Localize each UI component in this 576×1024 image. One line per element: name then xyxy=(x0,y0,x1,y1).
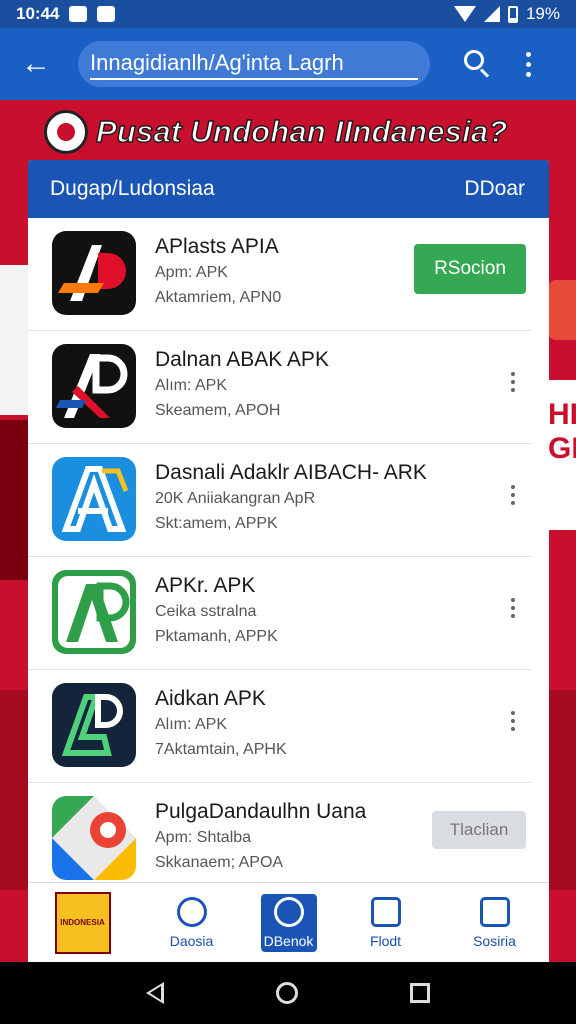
app-subtitle: Alım: APK xyxy=(155,716,228,733)
list-item[interactable]: Dasnali Adaklr AIBACH- ARK 20K Aniiakang… xyxy=(28,444,531,557)
nav-label: Flodt xyxy=(369,932,402,949)
card-header: Dugap/Ludonsiaa DDoar xyxy=(28,160,549,218)
app-name: Dalnan ABAK APK xyxy=(155,348,329,371)
rose-logo-icon xyxy=(44,110,88,154)
list-item[interactable]: Dalnan ABAK APK Alım: APK Skeamem, APOH xyxy=(28,331,531,444)
notification-icon xyxy=(69,6,88,22)
nav-label: DBenok xyxy=(263,932,314,949)
app-icon-red xyxy=(52,231,136,315)
card-header-action[interactable]: DDoar xyxy=(464,177,525,201)
app-name: PulgaDandaulhn Uana xyxy=(155,800,367,823)
app-meta: 7Aktamtain, APHK xyxy=(155,741,287,758)
app-list-card: Dugap/Ludonsiaa DDoar APlasts APIA Apm: … xyxy=(28,160,549,960)
status-bar: 10:44 19% xyxy=(0,0,576,28)
side-banner-text: HI GE xyxy=(548,398,576,465)
nav-item-dbenok[interactable]: DBenok xyxy=(260,893,317,952)
side-banner: HI GE xyxy=(548,380,576,530)
app-subtitle: Apm: Shtalba xyxy=(155,829,252,846)
app-icon-white xyxy=(52,344,136,428)
thumbnail-text: INDONESIA xyxy=(60,918,105,927)
search-button[interactable] xyxy=(458,44,498,84)
app-icon-green xyxy=(52,570,136,654)
app-subtitle: 20K Aniiakangran ApR xyxy=(155,490,316,507)
signal-icon xyxy=(483,6,500,22)
nav-item-home-thumbnail[interactable]: INDONESIA xyxy=(43,889,123,957)
app-meta: Skt:amem, APPK xyxy=(155,515,278,532)
back-button[interactable]: ← xyxy=(14,42,58,86)
app-icon-blue xyxy=(52,457,136,541)
nav-item-daosia[interactable]: Daosia xyxy=(152,889,232,957)
nav-item-flodt[interactable]: Flodt xyxy=(346,889,426,957)
status-time: 10:44 xyxy=(16,4,60,23)
app-name: APlasts APIA xyxy=(155,235,279,258)
app-list: APlasts APIA Apm: APK Aktamriem, APN0 RS… xyxy=(28,218,549,896)
system-recents-icon[interactable] xyxy=(410,983,430,1003)
list-item[interactable]: Aidkan APK Alım: APK 7Aktamtain, APHK xyxy=(28,670,531,783)
banner-title-text: Pusat Undohan IIndanesia? xyxy=(95,113,508,149)
app-icon-navy xyxy=(52,683,136,767)
bell-icon xyxy=(273,896,304,927)
app-bar: ← xyxy=(0,28,576,100)
system-back-icon[interactable] xyxy=(146,982,164,1004)
list-item[interactable]: PulgaDandaulhn Uana Apm: Shtalba Skkanae… xyxy=(28,783,531,896)
search-person-icon xyxy=(176,896,207,927)
overflow-menu-button[interactable] xyxy=(506,593,520,623)
app-meta: Skkanaem; APOA xyxy=(155,854,284,871)
bottom-navigation: INDONESIA Daosia DBenok Flodt Sosiria xyxy=(28,882,549,962)
banner-title: Pusat Undohan IIndanesia? xyxy=(44,108,508,156)
system-navigation-bar xyxy=(0,962,576,1024)
maps-icon xyxy=(52,796,136,880)
install-button-disabled[interactable]: Tlaclian xyxy=(432,811,526,849)
overflow-menu-button[interactable] xyxy=(506,480,520,510)
indonesia-thumbnail: INDONESIA xyxy=(54,891,111,954)
arrow-left-icon: ← xyxy=(21,47,51,80)
flag-decoration xyxy=(0,265,30,415)
app-name: Aidkan APK xyxy=(155,687,266,710)
nav-label: Daosia xyxy=(169,932,214,949)
app-subtitle: Apm: APK xyxy=(155,264,228,281)
nav-item-sosiria[interactable]: Sosiria xyxy=(455,889,535,957)
overflow-menu-button[interactable] xyxy=(506,367,520,397)
app-name: Dasnali Adaklr AIBACH- ARK xyxy=(155,461,427,484)
search-icon xyxy=(464,50,484,70)
bus-icon xyxy=(479,896,510,927)
app-meta: Aktamriem, APN0 xyxy=(155,289,282,306)
nav-label: Sosiria xyxy=(473,932,516,949)
list-item[interactable]: APKr. APK Ceika sstralna Pktamanh, APPK xyxy=(28,557,531,670)
app-meta: Pktamanh, APPK xyxy=(155,628,278,645)
search-input[interactable] xyxy=(90,48,418,80)
battery-icon xyxy=(507,5,518,23)
battery-percent: 19% xyxy=(525,4,560,23)
notification-icon-2 xyxy=(97,6,116,22)
system-home-icon[interactable] xyxy=(276,982,298,1004)
app-name: APKr. APK xyxy=(155,574,256,597)
list-item[interactable]: APlasts APIA Apm: APK Aktamriem, APN0 RS… xyxy=(28,218,531,331)
rose-decoration xyxy=(0,420,30,580)
briefcase-icon xyxy=(370,896,401,927)
card-header-title[interactable]: Dugap/Ludonsiaa xyxy=(50,177,215,201)
app-subtitle: Ceika sstralna xyxy=(155,603,257,620)
wifi-icon xyxy=(453,6,476,22)
search-box[interactable] xyxy=(78,41,430,87)
app-subtitle: Alım: APK xyxy=(155,377,228,394)
overflow-menu-button[interactable] xyxy=(506,706,520,736)
app-meta: Skeamem, APOH xyxy=(155,402,281,419)
install-button[interactable]: RSocion xyxy=(414,244,526,294)
strawberry-decoration xyxy=(548,280,576,340)
overflow-menu-button[interactable] xyxy=(518,44,538,84)
